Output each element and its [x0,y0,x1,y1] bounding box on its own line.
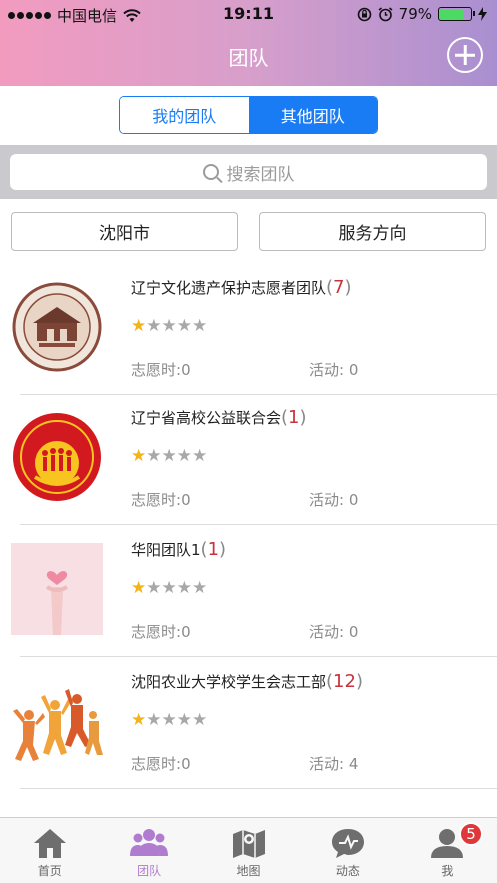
tab-label: 动态 [335,864,360,878]
activity-count: 活动: 0 [309,623,359,641]
rating-stars: ★★★★★ [131,446,207,466]
star-empty-icon: ★ [146,710,162,730]
jumping-people-photo [11,675,103,767]
star-empty-icon: ★ [176,710,192,730]
divider [20,788,497,789]
star-empty-icon: ★ [161,710,177,730]
volunteer-hours: 志愿时:0 [131,361,191,379]
star-filled-icon: ★ [131,446,147,466]
tab-home[interactable]: 首页 [0,818,99,883]
notification-badge: 5 [459,822,484,846]
charging-icon [478,7,487,21]
home-icon [30,826,70,860]
activity-count: 活动: 0 [309,491,359,509]
tab-map[interactable]: 地图 [199,818,298,883]
star-filled-icon: ★ [131,578,147,598]
team-name: 辽宁文化遗产保护志愿者团队 [131,279,327,297]
page-title: 团队 [228,46,269,70]
star-filled-icon: ★ [131,710,147,730]
direction-filter-button[interactable]: 服务方向 [259,212,486,251]
tab-my-teams[interactable]: 我的团队 [120,97,249,133]
volunteer-hours: 志愿时:0 [131,491,191,509]
star-empty-icon: ★ [176,316,192,336]
member-count: 7 [333,277,345,298]
star-empty-icon: ★ [161,316,177,336]
team-name: 华阳团队1 [131,541,201,559]
team-icon [129,826,169,860]
member-count: 12 [333,671,356,692]
star-empty-icon: ★ [161,578,177,598]
tab-team[interactable]: 团队 [99,818,198,883]
team-name: 沈阳农业大学校学生会志工部 [131,673,327,691]
star-empty-icon: ★ [176,446,192,466]
star-empty-icon: ★ [146,316,162,336]
city-filter-button[interactable]: 沈阳市 [11,212,238,251]
nav-header: 中国电信 19:11 79% 团队 [0,0,497,86]
star-empty-icon: ★ [192,316,208,336]
tab-label: 首页 [37,864,62,878]
star-empty-icon: ★ [176,578,192,598]
map-icon [229,826,269,860]
rating-stars: ★★★★★ [131,316,207,336]
heritage-seal-logo [11,281,103,373]
team-list-item[interactable]: 辽宁省高校公益联合会(1) ★★★★★ 志愿时:0 活动: 0 [0,393,497,525]
star-empty-icon: ★ [161,446,177,466]
tab-label: 地图 [236,864,261,878]
battery-percent: 79% [398,5,432,23]
search-placeholder: 搜索团队 [226,164,295,185]
search-icon [202,164,219,180]
team-segment-control: 我的团队 其他团队 [119,96,378,134]
star-empty-icon: ★ [192,578,208,598]
add-team-button[interactable] [447,37,483,73]
team-list-item[interactable]: 沈阳农业大学校学生会志工部(12) ★★★★★ 志愿时:0 活动: 4 [0,657,497,789]
battery-icon [438,7,475,21]
member-count: 1 [207,539,220,560]
rotation-lock-icon [357,7,371,21]
member-count: 1 [288,407,300,428]
star-empty-icon: ★ [192,446,208,466]
alarm-icon [378,6,393,21]
star-empty-icon: ★ [192,710,208,730]
team-list-item[interactable]: 辽宁文化遗产保护志愿者团队(7) ★★★★★ 志愿时:0 活动: 0 [0,263,497,395]
status-bar: 中国电信 19:11 79% [0,0,497,28]
rating-stars: ★★★★★ [131,578,207,598]
rating-stars: ★★★★★ [131,710,207,730]
activity-icon [328,826,368,860]
star-empty-icon: ★ [146,578,162,598]
tab-other-teams[interactable]: 其他团队 [248,97,377,133]
bottom-tab-bar: 首页 团队 地图 动态 我 5 [0,817,497,883]
tab-label: 团队 [137,864,162,878]
red-union-logo [11,411,103,503]
activity-count: 活动: 0 [309,361,359,379]
team-name: 辽宁省高校公益联合会 [131,409,282,427]
team-list-item[interactable]: 华阳团队1(1) ★★★★★ 志愿时:0 活动: 0 [0,525,497,657]
volunteer-hours: 志愿时:0 [131,623,191,641]
tab-profile[interactable]: 我 5 [398,818,497,883]
search-bar: 搜索团队 [0,145,497,199]
star-empty-icon: ★ [146,446,162,466]
star-filled-icon: ★ [131,316,147,336]
heart-hand-photo [11,543,103,635]
tab-label: 我 [441,864,454,878]
activity-count: 活动: 4 [309,755,359,773]
search-input[interactable]: 搜索团队 [10,154,487,190]
tab-activity[interactable]: 动态 [298,818,397,883]
volunteer-hours: 志愿时:0 [131,755,191,773]
